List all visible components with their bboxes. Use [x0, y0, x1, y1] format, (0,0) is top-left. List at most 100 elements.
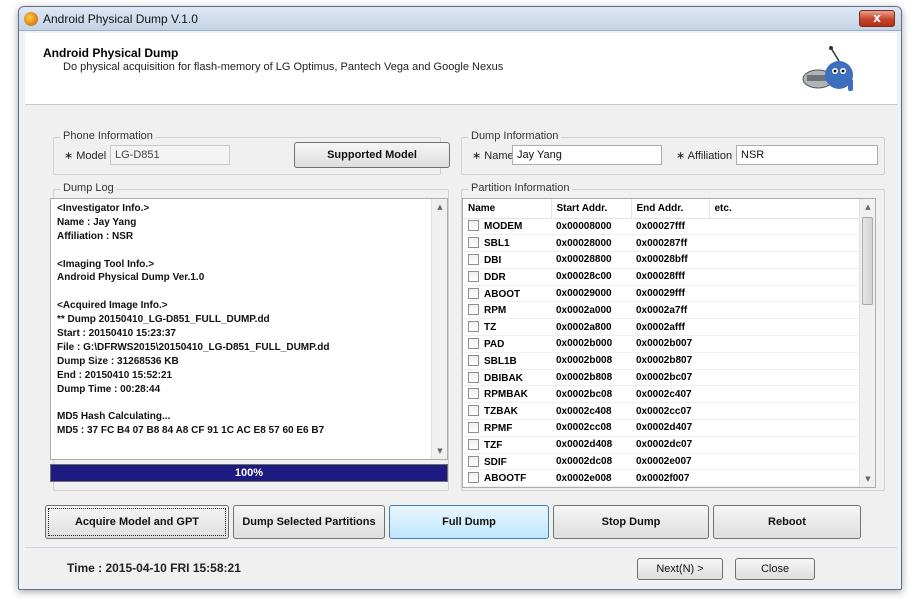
checkbox-icon[interactable] [468, 421, 479, 433]
affiliation-input[interactable]: NSR [736, 145, 878, 165]
col-etc[interactable]: etc. [709, 199, 861, 219]
checkbox-icon[interactable] [468, 220, 479, 232]
partition-end-addr: 0x0002cc07 [631, 402, 709, 421]
partition-scrollbar[interactable]: ▲ ▼ [859, 199, 875, 487]
checkbox-icon[interactable] [468, 270, 479, 282]
log-line: MD5 : 37 FC B4 07 B8 84 A8 CF 91 1C AC E… [57, 425, 325, 437]
dump-log-textbox[interactable]: <Investigator Info.> Name : Jay Yang Affil… [50, 198, 448, 460]
partition-row[interactable]: DDR 0x00028c00 0x00028fff [463, 268, 861, 286]
model-field[interactable]: LG-D851 [110, 145, 230, 165]
close-button[interactable]: Close [735, 558, 815, 580]
partition-row[interactable]: SBL1B 0x0002b008 0x0002b807 [463, 352, 861, 370]
content-area: Phone Information ∗ Model LG-D851 Suppor… [25, 105, 897, 560]
log-line: Affiliation : NSR [57, 230, 134, 242]
partition-name: DBIBAK [484, 372, 523, 384]
col-end-addr[interactable]: End Addr. [631, 199, 710, 219]
app-icon [24, 12, 38, 26]
supported-model-button[interactable]: Supported Model [294, 142, 450, 168]
checkbox-icon[interactable] [468, 472, 479, 484]
partition-name: DBI [484, 254, 502, 266]
col-start-addr[interactable]: Start Addr. [551, 199, 632, 219]
log-scrollbar[interactable]: ▲ ▼ [431, 199, 447, 459]
partition-name-cell: DBIBAK [463, 369, 551, 387]
partition-name: DDR [484, 271, 506, 283]
dump-selected-partitions-button[interactable]: Dump Selected Partitions [233, 505, 385, 539]
checkbox-icon[interactable] [468, 438, 479, 450]
partition-start-addr: 0x0002b000 [551, 335, 631, 353]
phone-info-group: Phone Information ∗ Model LG-D851 Suppor… [53, 130, 450, 175]
scroll-down-icon[interactable]: ▼ [860, 471, 875, 487]
partition-start-addr: 0x00029000 [551, 285, 631, 303]
partition-etc [709, 268, 861, 286]
partition-row[interactable]: TZ 0x0002a800 0x0002afff [463, 318, 861, 337]
log-line: Android Physical Dump Ver.1.0 [57, 272, 205, 284]
close-window-button[interactable]: x [859, 10, 895, 27]
partition-start-addr: 0x0002d408 [551, 436, 631, 454]
partition-row[interactable]: RPM 0x0002a000 0x0002a7ff [463, 301, 861, 320]
partition-row[interactable]: SBL1 0x00028000 0x000287ff [463, 234, 861, 253]
scroll-thumb[interactable] [862, 217, 873, 305]
partition-row[interactable]: TZBAK 0x0002c408 0x0002cc07 [463, 402, 861, 421]
partition-row[interactable]: RPMBAK 0x0002bc08 0x0002c407 [463, 385, 861, 404]
partition-row[interactable]: RPMF 0x0002cc08 0x0002d407 [463, 419, 861, 437]
partition-row[interactable]: ABOOT 0x00029000 0x00029fff [463, 285, 861, 303]
header-banner: Android Physical Dump Do physical acquis… [25, 33, 897, 105]
partition-row[interactable]: DBI 0x00028800 0x00028bff [463, 251, 861, 269]
reboot-button[interactable]: Reboot [713, 505, 861, 539]
checkbox-icon[interactable] [468, 304, 479, 316]
partition-end-addr: 0x0002d407 [631, 419, 709, 437]
checkbox-icon[interactable] [468, 371, 479, 383]
partition-start-addr: 0x0002e008 [551, 469, 631, 487]
log-line: File : G:\DFRWS2015\20150410_LG-D851_FUL… [57, 341, 330, 353]
checkbox-icon[interactable] [468, 388, 479, 400]
partition-name-cell: TZBAK [463, 402, 551, 421]
checkbox-icon[interactable] [468, 455, 479, 467]
log-line: <Investigator Info.> [57, 203, 150, 214]
partition-end-addr: 0x0002bc07 [631, 369, 709, 387]
checkbox-icon[interactable] [468, 354, 479, 366]
col-name[interactable]: Name [463, 199, 552, 219]
partition-row[interactable]: ABOOTF 0x0002e008 0x0002f007 [463, 469, 861, 487]
checkbox-icon[interactable] [468, 405, 479, 417]
partition-name-cell: DBI [463, 251, 551, 269]
partition-end-addr: 0x0002f007 [631, 469, 709, 487]
partition-row[interactable]: SDIF 0x0002dc08 0x0002e007 [463, 453, 861, 471]
partition-table: Name Start Addr. End Addr. etc. MODEM 0x0… [463, 199, 861, 487]
partition-name: RPM [484, 305, 507, 317]
partition-end-addr: 0x0002afff [631, 318, 709, 337]
partition-start-addr: 0x00028c00 [551, 268, 631, 286]
stop-dump-button[interactable]: Stop Dump [553, 505, 709, 539]
name-label: ∗ Name [472, 150, 514, 162]
acquire-model-gpt-button[interactable]: Acquire Model and GPT information [45, 505, 229, 560]
partition-row[interactable]: TZF 0x0002d408 0x0002dc07 [463, 436, 861, 454]
partition-start-addr: 0x0002a000 [551, 301, 631, 320]
checkbox-icon[interactable] [468, 287, 479, 299]
partition-name-cell: SBL1 [463, 234, 551, 253]
partition-list[interactable]: Name Start Addr. End Addr. etc. MODEM 0x0… [462, 198, 876, 488]
partition-row[interactable]: MODEM 0x00008000 0x00027fff [463, 218, 861, 236]
partition-row[interactable]: PAD 0x0002b000 0x0002b007 [463, 335, 861, 353]
checkbox-icon[interactable] [468, 253, 479, 265]
partition-etc [709, 402, 861, 421]
scroll-up-icon[interactable]: ▲ [860, 199, 875, 215]
scroll-down-icon[interactable]: ▼ [432, 443, 447, 459]
partition-etc [709, 369, 861, 387]
partition-info-group: Partition Information Name Start Addr. E… [461, 182, 885, 491]
checkbox-icon[interactable] [468, 237, 479, 249]
partition-name: TZBAK [484, 406, 518, 418]
next-button[interactable]: Next(N) > [637, 558, 723, 580]
partition-name-cell: RPMBAK [463, 385, 551, 404]
status-bar: Time : 2015-04-10 FRI 15:58:21 Next(N) >… [25, 547, 897, 587]
scroll-up-icon[interactable]: ▲ [432, 199, 447, 215]
name-input[interactable]: Jay Yang [512, 145, 662, 165]
partition-row[interactable]: DBIBAK 0x0002b808 0x0002bc07 [463, 369, 861, 387]
title-bar[interactable]: Android Physical Dump V.1.0 x [19, 7, 901, 31]
log-line: End : 20150410 15:52:21 [57, 369, 173, 381]
checkbox-icon[interactable] [468, 337, 479, 349]
full-dump-button[interactable]: Full Dump [389, 505, 549, 539]
dump-log-lines: <Investigator Info.> Name : Jay Yang Affil… [57, 203, 330, 439]
checkbox-icon[interactable] [468, 321, 479, 333]
dump-log-legend: Dump Log [60, 182, 117, 194]
log-line: MD5 Hash Calculating... [57, 411, 171, 423]
